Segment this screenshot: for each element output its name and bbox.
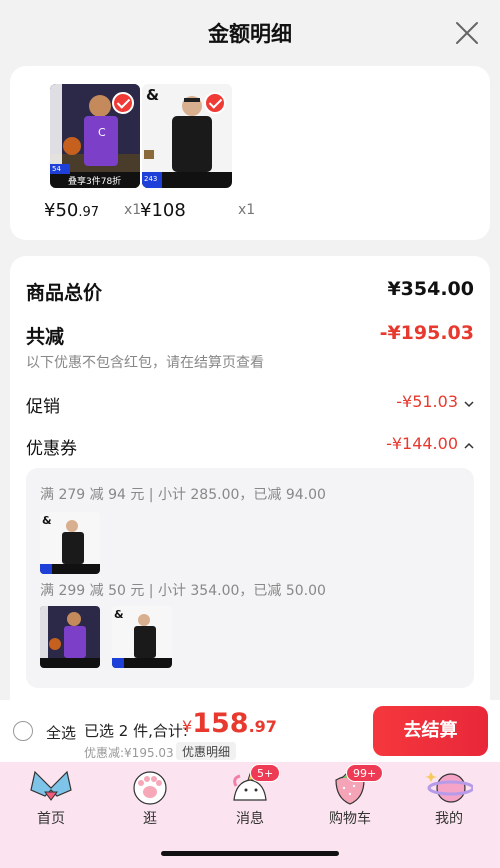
tab-profile[interactable]: 我的 (414, 766, 484, 830)
tab-label: 我的 (435, 811, 463, 827)
product-image: C 54 叠享3件78折 (50, 84, 140, 188)
product-overlay-text: 叠享3件78折 (68, 177, 122, 187)
total-row: 商品总价 ¥354.00 (26, 278, 474, 304)
product-tag: 54 (52, 165, 61, 173)
product-tag: 243 (144, 175, 158, 183)
product-quantity: x1 (238, 202, 256, 218)
chevron-down-icon[interactable] (464, 400, 474, 408)
total-amount: ¥158.97 (182, 708, 277, 739)
coupon-product-thumb: & (40, 512, 100, 574)
reduce-row: 共减 -¥195.03 (26, 322, 474, 348)
select-all-label[interactable]: 全选 (46, 722, 76, 743)
select-all-radio[interactable] (13, 721, 33, 741)
svg-text:C: C (98, 126, 106, 139)
messages-badge: 5+ (250, 764, 281, 782)
promo-row[interactable]: 促销 -¥51.03 (26, 392, 474, 417)
checkout-bar: 全选 已选 2 件,合计: ¥158.97 优惠减:¥195.03 优惠明细 去… (0, 700, 500, 762)
product-quantity: x1 (124, 202, 142, 218)
product-item[interactable]: & 243 ¥108 x1 (140, 84, 255, 221)
tab-label: 购物车 (329, 811, 371, 827)
header: 金额明细 (0, 0, 500, 68)
svg-text:&: & (114, 608, 124, 621)
promo-label: 促销 (26, 397, 60, 417)
svg-text:&: & (146, 86, 159, 104)
coupon-product-thumb: & (112, 606, 172, 668)
coupon-row[interactable]: 优惠券 -¥144.00 (26, 434, 474, 459)
cart-badge: 99+ (346, 764, 384, 782)
sailor-collar-icon (30, 770, 72, 801)
product-item[interactable]: C 54 叠享3件78折 ¥50.97 x1 (44, 84, 141, 221)
chevron-up-icon[interactable] (464, 442, 474, 450)
total-value: ¥354.00 (387, 278, 474, 300)
product-price: ¥50.97 (44, 200, 100, 221)
coupon-line: 满 279 减 94 元 | 小计 285.00，已减 94.00 (40, 487, 326, 503)
coupon-line: 满 299 减 50 元 | 小计 354.00，已减 50.00 (40, 583, 326, 599)
tab-messages[interactable]: 5+ 消息 (215, 764, 285, 830)
tab-label: 首页 (37, 811, 65, 827)
reduce-note: 以下优惠不包含红包，请在结算页查看 (26, 355, 264, 371)
coupon-value: -¥144.00 (386, 434, 458, 453)
reduce-value: -¥195.03 (379, 322, 474, 344)
promo-value: -¥51.03 (396, 392, 458, 411)
coupon-product-thumb (40, 606, 100, 668)
page-title: 金额明细 (208, 22, 292, 46)
discount-summary: 优惠减:¥195.03 (84, 746, 174, 760)
total-label: 商品总价 (26, 282, 103, 304)
tab-home[interactable]: 首页 (16, 766, 86, 830)
tab-label: 消息 (236, 811, 264, 827)
reduce-label: 共减 (26, 326, 65, 348)
coupon-breakdown: 满 279 减 94 元 | 小计 285.00，已减 94.00 & 满 29… (26, 468, 474, 688)
close-icon[interactable] (454, 20, 480, 46)
product-image: & 243 (142, 84, 232, 188)
price-detail-card: 商品总价 ¥354.00 共减 -¥195.03 以下优惠不包含红包，请在结算页… (10, 256, 490, 706)
product-price: ¥108 (140, 200, 186, 221)
tab-browse[interactable]: 逛 (115, 766, 185, 830)
svg-text:&: & (42, 514, 52, 527)
home-indicator[interactable] (161, 851, 339, 856)
selected-products-card: C 54 叠享3件78折 ¥50.97 x1 & 243 ¥108 x1 (10, 66, 490, 240)
discount-detail-link[interactable]: 优惠明细 (176, 742, 237, 760)
tab-cart[interactable]: 99+ 购物车 (315, 764, 385, 830)
selected-check-icon[interactable] (112, 92, 134, 114)
coupon-label: 优惠券 (26, 439, 77, 459)
planet-icon (425, 772, 475, 803)
tab-label: 逛 (143, 811, 157, 827)
selection-summary: 已选 2 件,合计: (84, 722, 188, 740)
checkout-button[interactable]: 去结算 (373, 706, 488, 756)
paw-icon (133, 771, 167, 805)
selected-check-icon[interactable] (204, 92, 226, 114)
